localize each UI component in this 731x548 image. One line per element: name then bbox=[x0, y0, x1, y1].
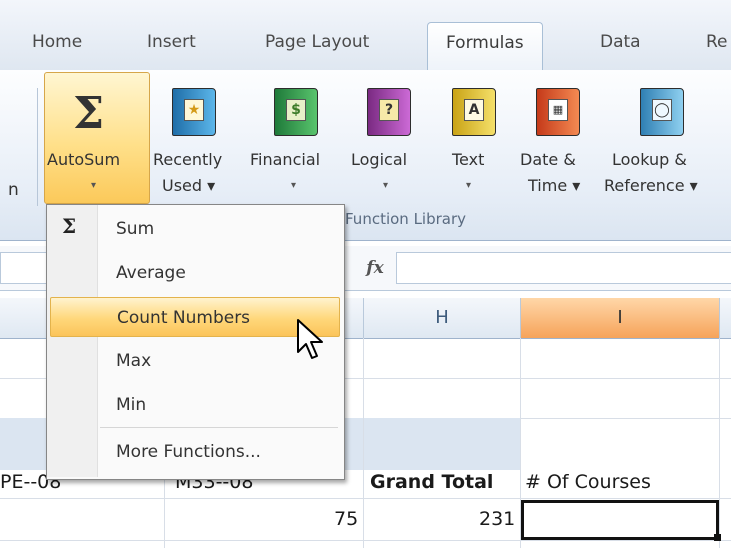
tab-page-layout[interactable]: Page Layout bbox=[265, 26, 369, 58]
tab-review-partial[interactable]: Re bbox=[706, 26, 728, 58]
insert-function-fx-button[interactable]: fx bbox=[360, 255, 390, 281]
autosum-dropdown-arrow[interactable]: ▾ bbox=[91, 180, 96, 191]
cell-grand-total-header[interactable]: Grand Total bbox=[370, 471, 493, 493]
menu-item-min[interactable]: Min bbox=[100, 385, 340, 425]
menu-separator bbox=[100, 427, 338, 428]
row-gridline bbox=[0, 498, 731, 499]
sigma-icon: Σ bbox=[62, 214, 77, 238]
menu-item-sum[interactable]: Sum bbox=[100, 209, 340, 249]
row-gridline bbox=[0, 540, 731, 541]
tab-data[interactable]: Data bbox=[600, 26, 641, 58]
recently-used-book-icon: ★ bbox=[172, 88, 216, 136]
cell-value-75[interactable]: 75 bbox=[334, 508, 358, 530]
column-gridline bbox=[719, 338, 720, 548]
menu-item-more-functions[interactable]: More Functions... bbox=[100, 432, 340, 472]
column-header-i[interactable]: I bbox=[521, 298, 720, 338]
mouse-pointer-icon bbox=[296, 318, 324, 366]
date-time-book-icon: ▦ bbox=[536, 88, 580, 136]
formula-input[interactable] bbox=[396, 252, 731, 284]
tab-home[interactable]: Home bbox=[32, 26, 82, 58]
recently-used-label[interactable]: Recently bbox=[153, 150, 222, 169]
sigma-icon: Σ bbox=[73, 88, 105, 139]
lookup-reference-label[interactable]: Lookup & bbox=[612, 150, 687, 169]
logical-book-icon: ? bbox=[367, 88, 411, 136]
financial-dropdown-arrow[interactable]: ▾ bbox=[291, 180, 296, 191]
menu-item-average[interactable]: Average bbox=[100, 253, 340, 293]
logical-label[interactable]: Logical bbox=[351, 150, 407, 169]
financial-book-icon: $ bbox=[274, 88, 318, 136]
column-header-j-partial[interactable] bbox=[720, 298, 731, 338]
menu-icon-gutter bbox=[47, 205, 98, 477]
text-label[interactable]: Text bbox=[452, 150, 484, 169]
text-book-icon: A bbox=[452, 88, 496, 136]
lookup-reference-sublabel[interactable]: Reference ▾ bbox=[604, 176, 698, 195]
text-dropdown-arrow[interactable]: ▾ bbox=[466, 180, 471, 191]
column-gridline bbox=[363, 338, 364, 548]
cell-courses-header[interactable]: # Of Courses bbox=[525, 471, 651, 493]
active-cell-i[interactable] bbox=[521, 500, 719, 540]
function-library-group-label: Function Library bbox=[345, 210, 467, 228]
ribbon-group-separator bbox=[37, 88, 38, 206]
cell-value-231[interactable]: 231 bbox=[479, 508, 515, 530]
column-header-h[interactable]: H bbox=[364, 298, 521, 338]
tab-insert[interactable]: Insert bbox=[147, 26, 196, 58]
financial-label[interactable]: Financial bbox=[250, 150, 320, 169]
tab-formulas[interactable]: Formulas bbox=[427, 22, 543, 71]
fill-handle[interactable] bbox=[714, 534, 721, 541]
previous-group-label-partial: n bbox=[8, 180, 19, 200]
lookup-reference-book-icon: ◯ bbox=[640, 88, 684, 136]
recently-used-sublabel[interactable]: Used ▾ bbox=[162, 176, 215, 195]
date-time-label[interactable]: Date & bbox=[520, 150, 576, 169]
date-time-sublabel[interactable]: Time ▾ bbox=[528, 176, 580, 195]
autosum-label: AutoSum bbox=[47, 150, 121, 169]
logical-dropdown-arrow[interactable]: ▾ bbox=[383, 180, 388, 191]
